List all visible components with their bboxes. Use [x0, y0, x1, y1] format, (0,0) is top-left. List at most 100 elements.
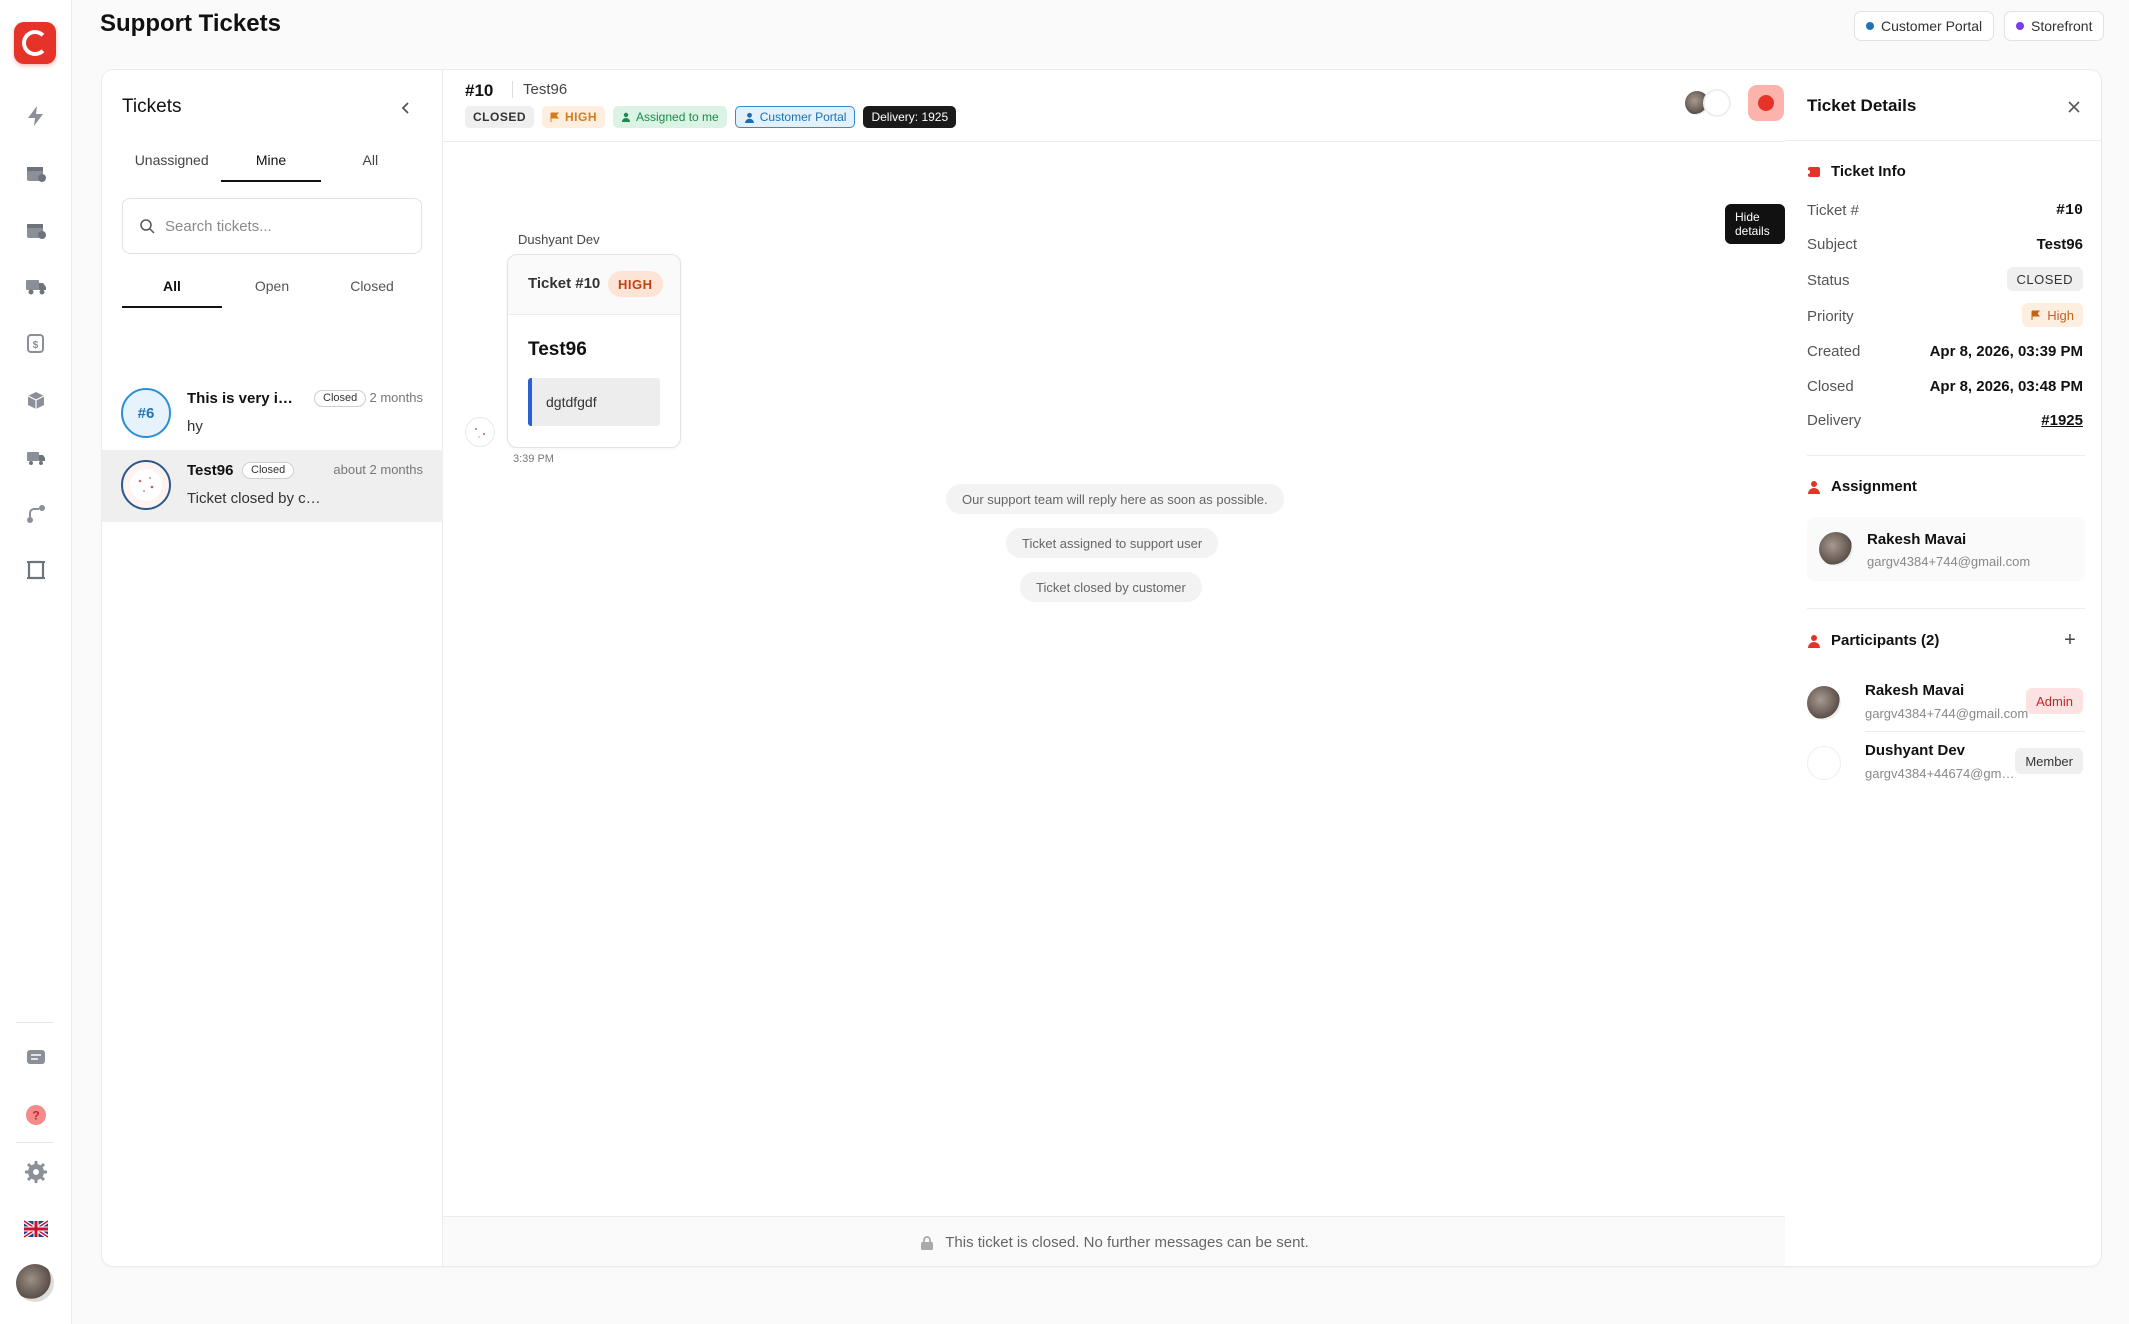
storefront-pill[interactable]: Storefront [2004, 11, 2105, 41]
package-icon[interactable] [22, 386, 50, 414]
tab-all[interactable]: All [321, 142, 420, 182]
tickets-panel: Tickets Unassigned Mine All All Open Clo… [102, 70, 443, 1266]
closed-notice-text: This ticket is closed. No further messag… [945, 1234, 1309, 1251]
filter-all[interactable]: All [122, 268, 222, 308]
status-badge: Closed [314, 390, 367, 407]
ticket-avatar [121, 460, 171, 510]
toggle-details-button[interactable] [1748, 85, 1784, 121]
close-icon[interactable] [2063, 96, 2085, 118]
status-chip: CLOSED [465, 106, 535, 128]
priority-text: High [2047, 307, 2074, 323]
assignment-heading: Assignment [1807, 478, 1917, 495]
lock-icon [921, 1235, 934, 1250]
closed-value: Apr 8, 2026, 03:48 PM [1929, 378, 2083, 395]
settings-icon[interactable] [22, 1158, 50, 1186]
truck-icon[interactable] [22, 272, 50, 300]
chat-icon[interactable] [22, 1044, 50, 1072]
search-box [122, 198, 422, 254]
ticket-list-item[interactable]: #6 This is very important ticket Closed … [102, 378, 443, 450]
subject-label: Subject [1807, 236, 1858, 253]
ticket-time: about 2 months [333, 462, 423, 477]
status-badge: Closed [242, 462, 295, 479]
divider [1785, 140, 2101, 141]
created-label: Created [1807, 343, 1861, 360]
search-icon [140, 219, 155, 234]
status-filter-tabs: All Open Closed [122, 268, 422, 308]
message-ticket-number: Ticket #10 [528, 275, 601, 292]
assigned-text: Assigned to me [636, 110, 719, 124]
message-card-header: Ticket #10 HIGH [508, 255, 680, 315]
delivery-icon[interactable] [22, 443, 50, 471]
collapse-icon[interactable] [396, 98, 416, 118]
message-title: Test96 [528, 339, 587, 360]
status-badge: CLOSED [2006, 267, 2083, 291]
divider [1807, 455, 2085, 456]
delivery-link[interactable]: #1925 [2041, 412, 2083, 429]
ticket-subject: Test96 [512, 81, 567, 98]
app-logo[interactable] [14, 22, 56, 64]
portal-label: Customer Portal [1881, 18, 1983, 34]
system-message: Ticket assigned to support user [1006, 528, 1219, 558]
section-title: Participants (2) [1831, 632, 1940, 649]
page-title: Support Tickets [100, 10, 281, 37]
customer-portal-pill[interactable]: Customer Portal [1854, 11, 1995, 41]
tab-mine[interactable]: Mine [221, 142, 321, 182]
divider [1865, 731, 2085, 732]
closed-notice: This ticket is closed. No further messag… [443, 1216, 1785, 1266]
add-participant-button[interactable]: + [2055, 625, 2085, 655]
delivery-chip[interactable]: Delivery: 1925 [863, 106, 957, 128]
priority-chip: HIGH [542, 106, 606, 128]
ticket-list-item[interactable]: Test96 Closed about 2 months Ticket clos… [102, 450, 443, 522]
ticket-value: #10 [2055, 202, 2083, 219]
user-icon [622, 112, 631, 122]
subject-value: Test96 [2036, 236, 2083, 253]
participant-email: gargv4384+744@gmail.com [1865, 706, 2029, 721]
details-title: Ticket Details [1807, 96, 1917, 115]
money-icon[interactable]: $ [22, 329, 50, 357]
assignee-card: Rakesh Mavai gargv4384+744@gmail.com [1807, 517, 2085, 581]
portal-text: Customer Portal [759, 110, 847, 124]
priority-label: Priority [1807, 308, 1854, 325]
avatar-image [130, 469, 162, 501]
nav-rail: $ ? [0, 0, 72, 1324]
receipt-icon[interactable] [22, 556, 50, 584]
ticket-time: 2 months [369, 390, 423, 405]
tickets-title: Tickets [122, 96, 182, 117]
search-input[interactable] [165, 217, 405, 235]
uk-flag-icon[interactable] [22, 1215, 50, 1243]
lightning-icon[interactable] [22, 102, 50, 130]
assignment-tabs: Unassigned Mine All [122, 142, 420, 182]
chat-panel: #10 Test96 CLOSED HIGH Assigned to me Cu… [443, 70, 1785, 1266]
filter-closed[interactable]: Closed [322, 268, 422, 308]
portal-chip: Customer Portal [734, 106, 856, 128]
sender-avatar [465, 417, 495, 447]
flag-icon [550, 112, 560, 122]
users-icon [1808, 634, 1820, 648]
ticket-preview: hy [187, 418, 203, 435]
box-in-icon[interactable] [22, 159, 50, 187]
ticket-preview: Ticket closed by customer [187, 490, 322, 507]
box-out-icon[interactable] [22, 216, 50, 244]
participant-email: gargv4384+44674@gmail.com [1865, 766, 2015, 781]
portal-dot [2016, 22, 2024, 30]
role-badge: Admin [2026, 688, 2083, 714]
system-message: Our support team will reply here as soon… [946, 484, 1284, 514]
message-sender: Dushyant Dev [518, 232, 600, 247]
flag-icon [2031, 310, 2041, 320]
filter-open[interactable]: Open [222, 268, 322, 308]
portal-label: Storefront [2031, 18, 2093, 34]
ticket-label: Ticket # [1807, 202, 1859, 219]
route-icon[interactable] [22, 500, 50, 528]
user-avatar[interactable] [16, 1264, 54, 1302]
priority-badge: High [2022, 303, 2083, 327]
tab-unassigned[interactable]: Unassigned [122, 142, 221, 182]
divider [1807, 608, 2085, 609]
system-message: Ticket closed by customer [1020, 572, 1202, 602]
status-label: Status [1807, 272, 1850, 289]
user-icon [744, 112, 754, 123]
ticket-info-heading: Ticket Info [1807, 163, 1906, 180]
message-time: 3:39 PM [513, 453, 554, 465]
chat-header: #10 Test96 CLOSED HIGH Assigned to me Cu… [443, 70, 1785, 142]
help-icon[interactable]: ? [22, 1101, 50, 1129]
ticket-name: Test96 [187, 462, 234, 479]
